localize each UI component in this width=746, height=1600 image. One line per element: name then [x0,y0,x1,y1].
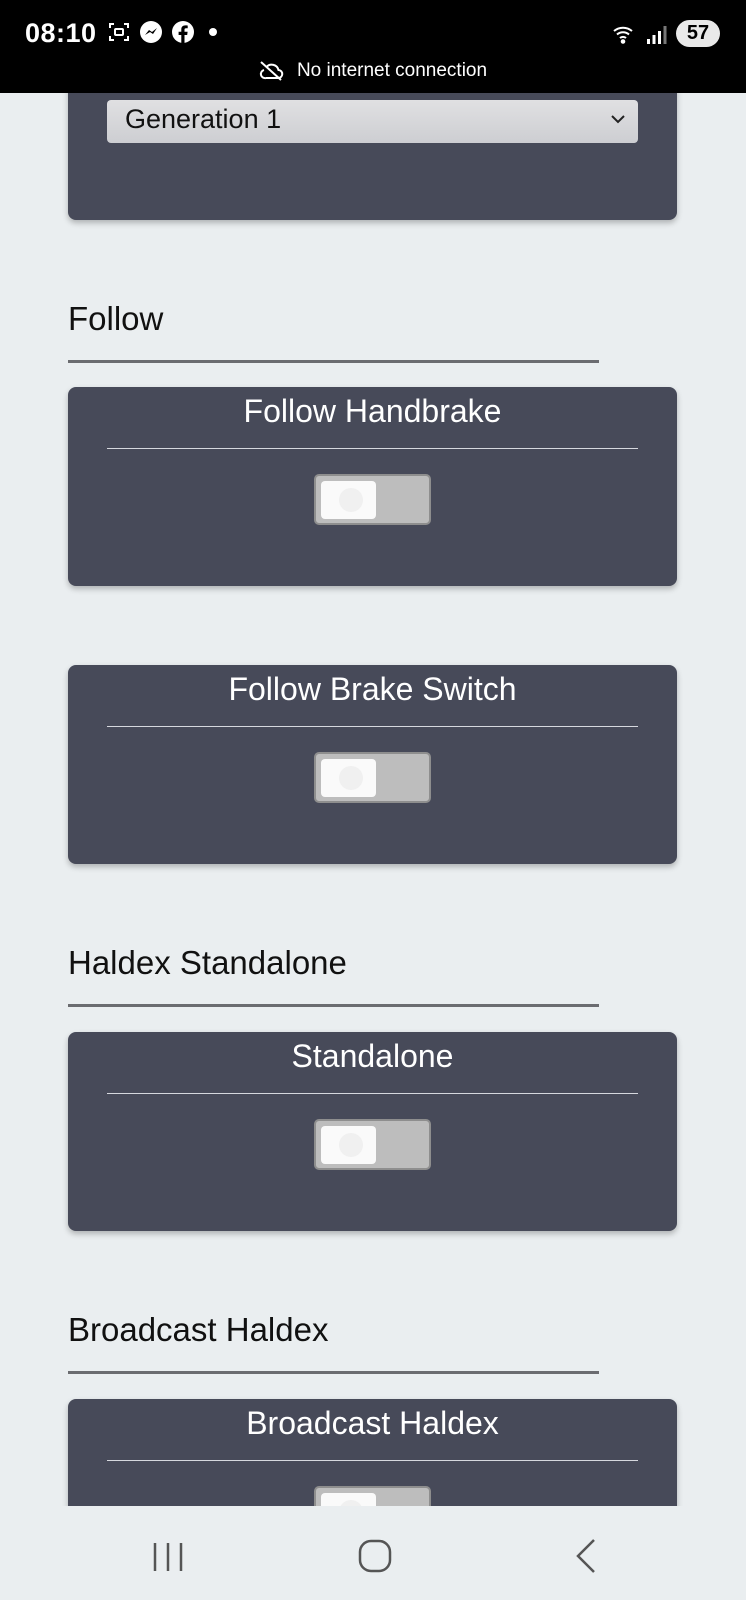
clock: 08:10 [25,18,97,48]
section-divider [68,1004,599,1007]
facebook-icon [172,21,194,43]
card-divider [107,1460,638,1461]
navigation-bar [0,1506,746,1600]
generation-select-value: Generation 1 [125,104,282,134]
chevron-down-icon [611,115,625,124]
generation-select[interactable]: Generation 1 [107,100,638,143]
toggle-knob [321,759,376,797]
broadcast-haldex-toggle[interactable] [314,1486,431,1506]
messenger-icon [140,21,162,43]
toggle-knob [321,481,376,519]
status-bar: 08:10 57 No internet connection [0,0,746,93]
card-divider [107,448,638,449]
card-title: Follow Handbrake [243,393,502,429]
back-icon[interactable] [562,1531,612,1581]
settings-content[interactable]: Generation 1 Follow Follow Handbrake Fol… [0,93,746,1506]
battery-indicator: 57 [676,20,720,47]
generation-card: Generation 1 [68,93,677,220]
standalone-card: Standalone [68,1032,677,1231]
card-title: Broadcast Haldex [246,1405,499,1441]
signal-icon [647,25,667,44]
cloud-off-icon [259,61,284,81]
notification-icons [107,20,217,44]
card-divider [107,726,638,727]
connection-status: No internet connection [0,60,746,82]
standalone-toggle[interactable] [314,1119,431,1170]
toggle-knob [321,1493,376,1506]
screenshot-icon [109,23,129,41]
follow-handbrake-card: Follow Handbrake [68,387,677,586]
system-indicators: 57 [612,20,720,47]
home-icon[interactable] [350,1531,400,1581]
section-divider [68,360,599,363]
follow-brake-switch-toggle[interactable] [314,752,431,803]
section-title-haldex-standalone: Haldex Standalone [68,944,347,981]
section-title-follow: Follow [68,300,164,337]
card-divider [107,1093,638,1094]
recent-apps-icon[interactable] [143,1531,193,1581]
card-title: Follow Brake Switch [228,671,517,707]
follow-handbrake-toggle[interactable] [314,474,431,525]
section-title-broadcast-haldex: Broadcast Haldex [68,1311,329,1348]
follow-brake-switch-card: Follow Brake Switch [68,665,677,864]
toggle-knob [321,1126,376,1164]
wifi-icon [613,26,633,44]
broadcast-haldex-card: Broadcast Haldex [68,1399,677,1506]
more-notifications-dot [209,28,217,36]
connection-text: No internet connection [296,60,488,81]
section-divider [68,1371,599,1374]
card-title: Standalone [291,1038,454,1074]
